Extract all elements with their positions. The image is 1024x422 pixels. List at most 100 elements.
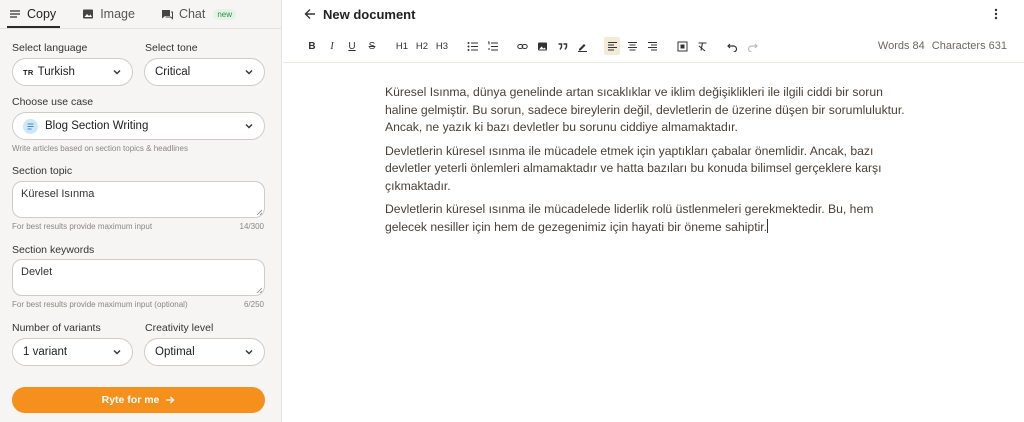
- undo-button[interactable]: [724, 37, 740, 55]
- paragraph[interactable]: Devletlerin küresel ısınma ile mücadeled…: [385, 201, 915, 236]
- tab-chat-label: Chat: [178, 7, 206, 21]
- language-code: TR: [23, 67, 34, 77]
- tab-image-label: Image: [100, 7, 135, 21]
- variants-select[interactable]: 1 variant: [12, 338, 133, 366]
- creativity-value: Optimal: [155, 346, 195, 358]
- document-title[interactable]: New document: [323, 7, 415, 22]
- align-right-button[interactable]: [644, 37, 660, 55]
- topic-hint: For best results provide maximum input: [12, 222, 153, 231]
- redo-button[interactable]: [744, 37, 760, 55]
- chevron-down-icon: [245, 70, 253, 75]
- link-button[interactable]: [514, 37, 530, 55]
- frame-icon: [677, 41, 687, 51]
- bullet-list-icon: [467, 41, 478, 51]
- resize-handle-icon[interactable]: [256, 287, 262, 293]
- paragraph[interactable]: Küresel Isınma, dünya genelinde artan sı…: [385, 84, 915, 137]
- clear-format-icon: [698, 41, 706, 51]
- paragraph[interactable]: Devletlerin küresel ısınma ile mücadele …: [385, 143, 915, 196]
- editor-panel: New document B I U S H1 H2 H3 Words 84 C…: [283, 0, 1024, 422]
- language-select[interactable]: TR Turkish: [12, 58, 133, 86]
- italic-button[interactable]: I: [324, 37, 340, 55]
- divider: [0, 28, 281, 29]
- image-icon: [83, 9, 94, 19]
- image-button[interactable]: [534, 37, 550, 55]
- redo-icon: [747, 43, 758, 52]
- language-value: Turkish: [37, 66, 75, 78]
- tab-copy[interactable]: Copy: [6, 0, 61, 28]
- align-right-icon: [647, 41, 657, 51]
- keywords-label: Section keywords: [12, 244, 95, 256]
- highlight-button[interactable]: [574, 37, 590, 55]
- keywords-value: Devlet: [21, 266, 53, 278]
- align-center-button[interactable]: [624, 37, 640, 55]
- chevron-down-icon: [113, 350, 121, 355]
- keywords-counter: 6/250: [243, 300, 264, 309]
- left-panel: Copy Image Chat new Select language Sele…: [0, 0, 282, 422]
- tone-value: Critical: [155, 66, 191, 78]
- document-body[interactable]: Küresel Isınma, dünya genelinde artan sı…: [385, 84, 915, 242]
- use-case-hint: Write articles based on section topics &…: [12, 144, 188, 153]
- numbered-list-button[interactable]: [484, 37, 500, 55]
- bold-button[interactable]: B: [304, 37, 320, 55]
- chat-icon: [161, 10, 173, 20]
- use-case-select[interactable]: Blog Section Writing: [12, 112, 265, 140]
- paragraph-text: Devletlerin küresel ısınma ile mücadeled…: [385, 202, 874, 234]
- numbered-list-icon: [487, 41, 498, 50]
- strikethrough-button[interactable]: S: [364, 37, 380, 55]
- topic-value: Küresel Isınma: [21, 188, 95, 200]
- tab-chat[interactable]: Chat new: [161, 0, 237, 28]
- mode-tabs: Copy Image Chat new: [0, 0, 281, 28]
- keywords-hint: For best results provide maximum input (…: [12, 300, 188, 309]
- tone-select[interactable]: Critical: [144, 58, 265, 86]
- bullet-list-button[interactable]: [464, 37, 480, 55]
- underline-button[interactable]: U: [344, 37, 360, 55]
- kebab-menu-icon[interactable]: [994, 8, 998, 20]
- topic-textarea[interactable]: Küresel Isınma: [12, 181, 265, 218]
- word-count: Words 84: [877, 40, 925, 52]
- keywords-textarea[interactable]: Devlet: [12, 259, 265, 296]
- link-icon: [516, 43, 528, 49]
- resize-handle-icon[interactable]: [256, 209, 262, 215]
- image-icon: [537, 42, 547, 50]
- variants-label: Number of variants: [12, 322, 101, 334]
- tone-label: Select tone: [145, 42, 198, 54]
- variants-value: 1 variant: [23, 346, 68, 358]
- topic-counter: 14/300: [239, 222, 264, 231]
- hamburger-icon: [10, 10, 20, 18]
- text-cursor: [767, 218, 769, 233]
- arrow-left-icon[interactable]: [304, 8, 316, 20]
- use-case-value: Blog Section Writing: [45, 120, 149, 132]
- heading-3-button[interactable]: H3: [434, 37, 450, 55]
- align-left-icon: [607, 41, 617, 51]
- chevron-down-icon: [245, 124, 253, 129]
- document-header: New document: [283, 0, 1024, 28]
- new-badge: new: [213, 8, 237, 20]
- toolbar-divider: [283, 62, 1024, 63]
- editor-toolbar: B I U S H1 H2 H3 Words 84 Characters 631: [304, 35, 1007, 57]
- character-count: Characters 631: [931, 40, 1007, 52]
- highlighter-icon: [577, 43, 587, 52]
- ryte-for-me-button[interactable]: Ryte for me: [12, 387, 265, 413]
- ryte-for-me-label: Ryte for me: [101, 394, 160, 406]
- align-left-button[interactable]: [604, 37, 620, 55]
- heading-2-button[interactable]: H2: [414, 37, 430, 55]
- language-label: Select language: [12, 42, 88, 54]
- clear-format-button[interactable]: [694, 37, 710, 55]
- creativity-label: Creativity level: [145, 322, 214, 334]
- chevron-down-icon: [113, 70, 121, 75]
- quote-button[interactable]: [554, 37, 570, 55]
- creativity-select[interactable]: Optimal: [144, 338, 265, 366]
- arrow-right-icon: [166, 396, 175, 404]
- chevron-down-icon: [245, 350, 253, 355]
- heading-1-button[interactable]: H1: [394, 37, 410, 55]
- use-case-label: Choose use case: [12, 96, 94, 108]
- quote-icon: [558, 42, 567, 50]
- topic-label: Section topic: [12, 165, 73, 177]
- align-center-icon: [627, 41, 637, 51]
- code-block-button[interactable]: [674, 37, 690, 55]
- undo-icon: [726, 43, 737, 52]
- tab-copy-label: Copy: [27, 7, 57, 21]
- document-stats: Words 84 Characters 631: [878, 40, 1007, 52]
- tab-image[interactable]: Image: [82, 0, 135, 28]
- document-icon: [23, 118, 38, 134]
